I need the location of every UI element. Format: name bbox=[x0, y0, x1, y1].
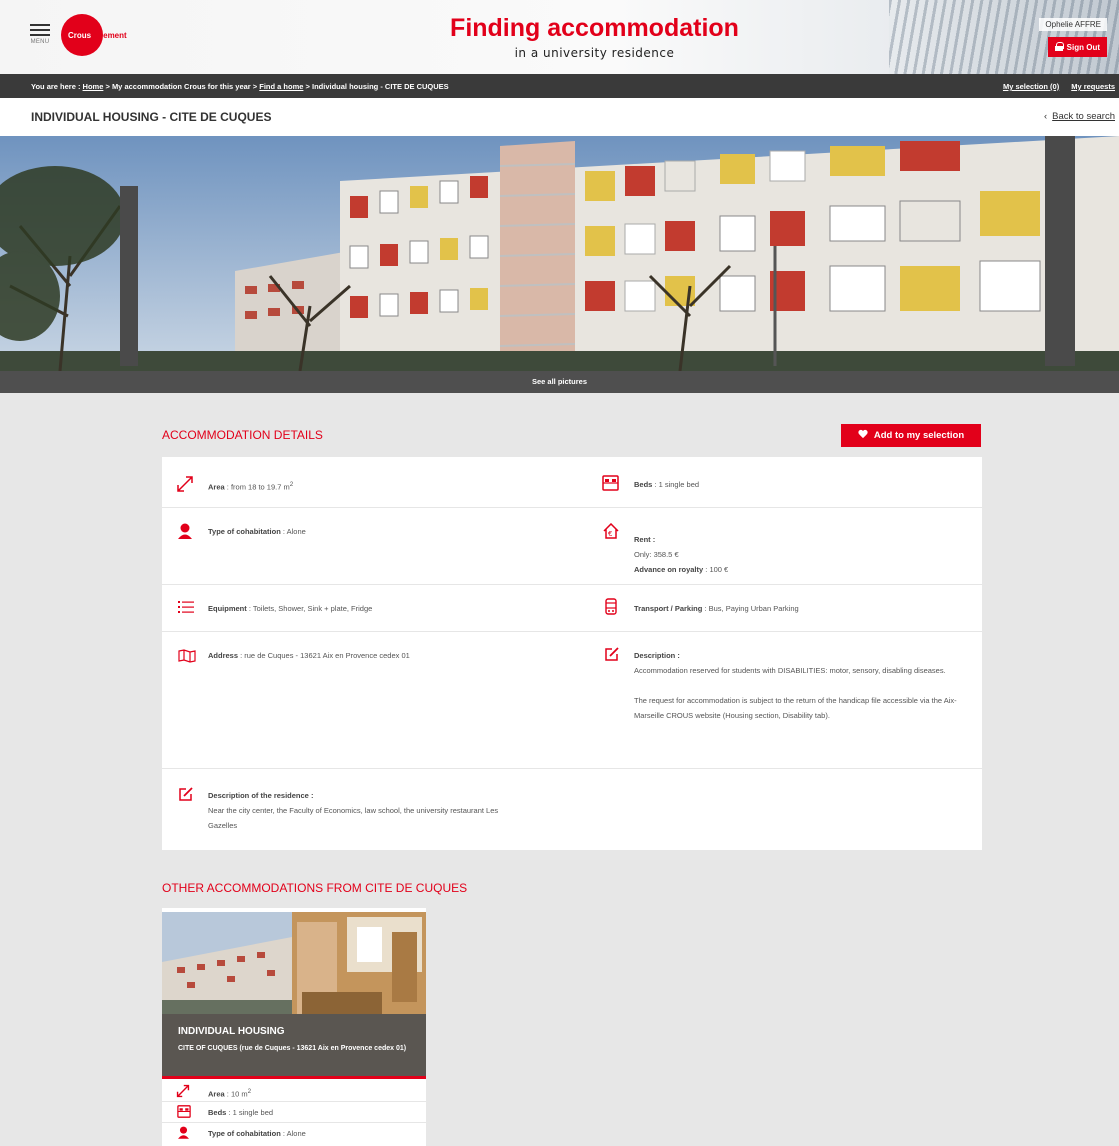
beds-value: : 1 single bed bbox=[652, 480, 700, 489]
breadcrumb-home-link[interactable]: Home bbox=[83, 82, 104, 91]
user-links: My selection (0) My requests bbox=[991, 82, 1115, 91]
card-cohabitation-item: Type of cohabitation : Alone bbox=[208, 1126, 306, 1141]
equipment-label: Equipment bbox=[208, 604, 247, 613]
breadcrumb-find-link[interactable]: Find a home bbox=[259, 82, 303, 91]
site-subtitle: in a university residence bbox=[514, 46, 675, 60]
divider bbox=[162, 1101, 426, 1102]
see-all-pictures-button[interactable]: See all pictures bbox=[0, 371, 1119, 393]
bed-icon bbox=[602, 475, 619, 491]
card-cohabitation-label: Type of cohabitation bbox=[208, 1129, 281, 1138]
rent-only-value: Only: 358.5 € bbox=[634, 550, 679, 559]
card-cohabitation-value: : Alone bbox=[280, 1129, 306, 1138]
area-label: Area bbox=[208, 482, 225, 492]
breadcrumb-bar: You are here : Home > My accommodation C… bbox=[0, 74, 1119, 98]
rent-item: Rent : Only: 358.5 € Advance on royalty … bbox=[634, 532, 728, 577]
card-beds-item: Beds : 1 single bed bbox=[208, 1105, 273, 1120]
house-euro-icon: € bbox=[603, 523, 619, 539]
residence-photo[interactable] bbox=[0, 136, 1119, 371]
rent-label: Rent : bbox=[634, 535, 656, 544]
user-name: Ophelie AFFRE bbox=[1039, 18, 1107, 31]
breadcrumb-current: > Individual housing - CITE DE CUQUES bbox=[303, 82, 449, 91]
card-area-value: : 10 m bbox=[224, 1089, 248, 1099]
address-value: : rue de Cuques - 13621 Aix en Provence … bbox=[238, 651, 410, 660]
breadcrumb-crous: > My accommodation Crous for this year > bbox=[103, 82, 260, 91]
accommodation-card-photo bbox=[162, 912, 426, 1014]
divider bbox=[162, 631, 982, 632]
accommodation-details-heading: ACCOMMODATION DETAILS bbox=[162, 428, 323, 442]
back-to-search-link[interactable]: ‹ Back to search bbox=[1044, 111, 1115, 122]
area-unit-superscript: 2 bbox=[289, 481, 294, 488]
site-title: Finding accommodation bbox=[450, 14, 739, 42]
transport-item: Transport / Parking : Bus, Paying Urban … bbox=[634, 601, 799, 616]
list-icon bbox=[178, 601, 194, 613]
residence-label: Description of the residence : bbox=[208, 791, 314, 800]
description-label: Description : bbox=[634, 651, 680, 660]
address-item: Address : rue de Cuques - 13621 Aix en P… bbox=[208, 648, 410, 663]
divider bbox=[162, 768, 982, 769]
divider bbox=[162, 584, 982, 585]
residence-item: Description of the residence : Near the … bbox=[208, 788, 518, 833]
residence-value: Near the city center, the Faculty of Eco… bbox=[208, 806, 499, 830]
sign-out-label: Sign Out bbox=[1066, 43, 1100, 52]
breadcrumb: You are here : Home > My accommodation C… bbox=[31, 82, 449, 91]
cohabitation-item: Type of cohabitation : Alone bbox=[208, 524, 306, 539]
lock-icon bbox=[1054, 42, 1064, 51]
advance-value: : 100 € bbox=[703, 565, 729, 574]
back-label: Back to search bbox=[1052, 111, 1115, 122]
edit-icon bbox=[605, 647, 619, 661]
area-item: Area : from 18 to 19.7 m2 bbox=[208, 477, 293, 495]
accommodation-card-title: INDIVIDUAL HOUSING bbox=[178, 1026, 285, 1037]
accommodation-details-card: Area : from 18 to 19.7 m2 Beds : 1 singl… bbox=[162, 457, 982, 850]
add-to-selection-label: Add to my selection bbox=[873, 430, 965, 441]
card-area-label: Area bbox=[208, 1089, 225, 1099]
cohabitation-value: : Alone bbox=[280, 527, 306, 536]
person-icon bbox=[178, 523, 192, 539]
divider bbox=[162, 507, 982, 508]
accommodation-card-photo-illustration bbox=[162, 912, 426, 1014]
transport-label: Transport / Parking bbox=[634, 604, 703, 613]
card-area-item: Area : 10 m2 bbox=[208, 1084, 251, 1102]
advance-label: Advance on royalty bbox=[634, 565, 704, 574]
equipment-item: Equipment : Toilets, Shower, Sink + plat… bbox=[208, 601, 372, 616]
equipment-value: : Toilets, Shower, Sink + plate, Fridge bbox=[246, 604, 373, 613]
add-to-selection-button[interactable]: Add to my selection bbox=[841, 424, 981, 447]
accommodation-card-info: INDIVIDUAL HOUSING CITE OF CUQUES (rue d… bbox=[162, 1014, 426, 1079]
transport-value: : Bus, Paying Urban Parking bbox=[702, 604, 799, 613]
site-header: MENU Crouslogement Finding accommodation… bbox=[0, 0, 1119, 74]
svg-text:€: € bbox=[608, 530, 612, 538]
residence-photo-illustration bbox=[0, 136, 1119, 371]
chevron-left-icon: ‹ bbox=[1043, 111, 1048, 122]
beds-item: Beds : 1 single bed bbox=[634, 477, 699, 492]
my-selection-link[interactable]: My selection (0) bbox=[1003, 82, 1059, 91]
breadcrumb-prefix: You are here : bbox=[31, 82, 83, 91]
heart-icon bbox=[858, 430, 868, 439]
my-requests-link[interactable]: My requests bbox=[1071, 82, 1115, 91]
description-paragraph-1: Accommodation reserved for students with… bbox=[634, 666, 946, 675]
edit-icon bbox=[179, 787, 193, 801]
card-beds-value: : 1 single bed bbox=[226, 1108, 274, 1117]
map-icon bbox=[178, 649, 196, 663]
divider bbox=[162, 1122, 426, 1123]
area-value: : from 18 to 19.7 m bbox=[224, 482, 290, 492]
accommodation-card-address: CITE OF CUQUES (rue de Cuques - 13621 Ai… bbox=[178, 1045, 407, 1052]
resize-arrow-icon bbox=[176, 1084, 190, 1098]
sign-out-button[interactable]: Sign Out bbox=[1047, 37, 1107, 57]
accommodation-card[interactable]: INDIVIDUAL HOUSING CITE OF CUQUES (rue d… bbox=[162, 908, 426, 1146]
card-area-unit-superscript: 2 bbox=[247, 1088, 252, 1095]
page-title: INDIVIDUAL HOUSING - CITE DE CUQUES bbox=[31, 110, 272, 124]
page-title-bar: INDIVIDUAL HOUSING - CITE DE CUQUES ‹ Bac… bbox=[0, 98, 1119, 136]
person-icon bbox=[178, 1126, 189, 1139]
other-accommodations-heading: OTHER ACCOMMODATIONS FROM CITE DE CUQUES bbox=[162, 881, 468, 895]
description-item: Description : Accommodation reserved for… bbox=[634, 648, 964, 723]
address-label: Address bbox=[208, 651, 239, 660]
building-icon bbox=[605, 598, 617, 615]
card-beds-label: Beds bbox=[208, 1108, 227, 1117]
cohabitation-label: Type of cohabitation bbox=[208, 527, 281, 536]
resize-arrow-icon bbox=[177, 476, 193, 492]
bed-icon bbox=[177, 1105, 191, 1118]
beds-label: Beds bbox=[634, 480, 653, 489]
description-paragraph-2: The request for accommodation is subject… bbox=[634, 696, 957, 720]
